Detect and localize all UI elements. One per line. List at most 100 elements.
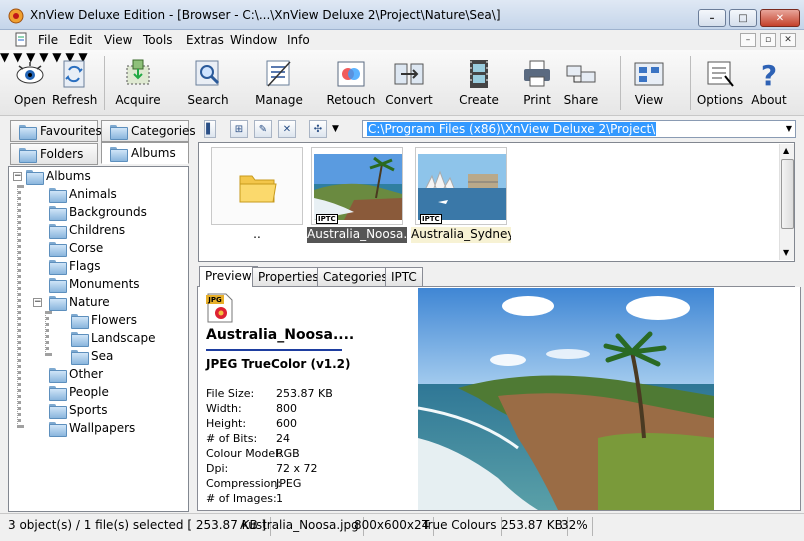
print-button[interactable]: Print xyxy=(516,54,558,112)
filter-button[interactable]: ✣ xyxy=(309,120,327,138)
preview-image xyxy=(418,288,714,510)
scrollbar-thumb[interactable] xyxy=(781,159,794,229)
acquire-icon xyxy=(126,59,150,85)
chevron-down-icon[interactable]: ▼ xyxy=(786,124,792,133)
tree-item-wallpapers[interactable]: Wallpapers xyxy=(49,419,135,437)
thumbnail-view[interactable]: .. IPTC Australia_Noosa.... IPTC Austral… xyxy=(198,142,795,262)
acquire-button[interactable]: Acquire xyxy=(112,54,164,112)
tab-favourites-label: Favourites xyxy=(40,124,102,138)
menu-window[interactable]: Window xyxy=(230,33,277,47)
iptc-badge: IPTC xyxy=(316,214,338,224)
status-selection: 3 object(s) / 1 file(s) selected [ 253.8… xyxy=(4,517,272,536)
tree-item-monuments[interactable]: Monuments xyxy=(49,275,140,293)
filter-dropdown-icon[interactable]: ▼ xyxy=(332,124,339,134)
tree-item-sea[interactable]: Sea xyxy=(71,347,113,365)
about-label: About xyxy=(751,93,787,107)
xnview-logo-icon xyxy=(8,8,24,24)
refresh-button[interactable]: Refresh xyxy=(52,54,97,112)
menu-file[interactable]: File xyxy=(38,33,58,47)
tree-item-backgrounds[interactable]: Backgrounds xyxy=(49,203,147,221)
info-key: File Size: xyxy=(206,387,255,400)
info-row-images: # of Images:1 xyxy=(206,492,283,505)
options-button[interactable]: Options xyxy=(696,54,744,112)
path-combobox[interactable]: C:\Program Files (x86)\XnView Deluxe 2\P… xyxy=(362,120,796,138)
new-folder-button[interactable]: ⊞ xyxy=(230,120,248,138)
tab-favourites[interactable]: Favourites xyxy=(10,120,102,142)
menu-edit[interactable]: Edit xyxy=(69,33,92,47)
scroll-down-icon[interactable]: ▼ xyxy=(783,248,789,257)
tree-item-flowers[interactable]: Flowers xyxy=(71,311,137,329)
folder-icon xyxy=(26,169,44,185)
document-icon[interactable] xyxy=(14,32,30,48)
open-button[interactable]: Open xyxy=(8,54,52,112)
mdi-restore-button[interactable]: ▫ xyxy=(760,33,776,47)
maximize-button[interactable]: □ xyxy=(729,9,757,27)
view-icon xyxy=(634,62,664,86)
tree-item-animals[interactable]: Animals xyxy=(49,185,117,203)
tree-item-label: Animals xyxy=(69,187,117,201)
tree-item-other[interactable]: Other xyxy=(49,365,103,383)
menu-view[interactable]: View xyxy=(104,33,132,47)
tree-item-sports[interactable]: Sports xyxy=(49,401,107,419)
close-button[interactable]: ✕ xyxy=(760,9,800,27)
tab-preview[interactable]: Preview xyxy=(199,266,258,288)
info-row-colour-model: Colour Model:RGB xyxy=(206,447,300,460)
edit-button[interactable]: ✎ xyxy=(254,120,272,138)
folder-icon xyxy=(49,295,67,311)
manage-button[interactable]: Manage xyxy=(254,54,304,112)
thumbnail-australia-noosa[interactable]: IPTC xyxy=(311,147,403,225)
tree-item-nature[interactable]: Nature xyxy=(49,293,110,311)
status-zoom: 32% xyxy=(557,517,593,536)
tree-item-label: Wallpapers xyxy=(69,421,136,435)
mdi-minimize-button[interactable]: – xyxy=(740,33,756,47)
thumbnail-australia-sydney[interactable]: IPTC xyxy=(415,147,507,225)
delete-button[interactable]: ✕ xyxy=(278,120,296,138)
tree-item-albums[interactable]: Albums xyxy=(26,167,91,185)
vertical-scrollbar[interactable]: ▲ ▼ xyxy=(779,144,794,260)
share-button[interactable]: Share xyxy=(560,54,602,112)
tab-iptc[interactable]: IPTC xyxy=(385,267,423,287)
tree-item-landscape[interactable]: Landscape xyxy=(71,329,155,347)
convert-button[interactable]: Convert xyxy=(384,54,434,112)
info-value: RGB xyxy=(276,447,300,460)
menu-tools[interactable]: Tools xyxy=(143,33,173,47)
tree-item-label: Flags xyxy=(69,259,101,273)
thumbnail-label-selected: Australia_Noosa.... xyxy=(307,227,407,243)
tree-item-label: People xyxy=(69,385,109,399)
tab-categories[interactable]: Categories xyxy=(101,120,196,142)
collapse-toggle[interactable]: − xyxy=(13,172,22,181)
tree-item-corse[interactable]: Corse xyxy=(49,239,103,257)
about-button[interactable]: ? About xyxy=(748,54,790,112)
minimize-button[interactable]: – xyxy=(698,9,726,27)
tab-albums[interactable]: Albums xyxy=(101,142,189,164)
scroll-up-icon[interactable]: ▲ xyxy=(783,146,789,155)
create-button[interactable]: Create xyxy=(456,54,502,112)
tree-item-flags[interactable]: Flags xyxy=(49,257,100,275)
mdi-close-button[interactable]: ✕ xyxy=(780,33,796,47)
tab-folders-label: Folders xyxy=(40,147,84,161)
panel-toggle-button[interactable]: ▌ xyxy=(204,120,216,138)
collapse-toggle[interactable]: − xyxy=(33,298,42,307)
tree-item-childrens[interactable]: Childrens xyxy=(49,221,125,239)
path-value[interactable]: C:\Program Files (x86)\XnView Deluxe 2\P… xyxy=(367,122,657,136)
search-button[interactable]: Search xyxy=(184,54,232,112)
tab-properties[interactable]: Properties xyxy=(252,267,325,287)
thumbnail-parent-folder[interactable] xyxy=(211,147,303,225)
tree-item-people[interactable]: People xyxy=(49,383,109,401)
folder-icon xyxy=(49,259,67,275)
tab-categories-label: Categories xyxy=(131,124,196,138)
info-value: 800 xyxy=(276,402,297,415)
options-label: Options xyxy=(696,93,744,107)
album-tree[interactable]: − Albums Animals Backgrounds Childrens C… xyxy=(8,166,189,512)
options-icon xyxy=(707,61,734,87)
tree-item-label: Landscape xyxy=(91,331,156,345)
tree-item-label: Sports xyxy=(69,403,108,417)
view-button[interactable]: View xyxy=(628,54,670,112)
tab-categories[interactable]: Categories xyxy=(317,267,394,287)
tab-folders[interactable]: Folders xyxy=(10,143,98,165)
retouch-button[interactable]: Retouch xyxy=(326,54,376,112)
status-filename: Australia_Noosa.jpg xyxy=(236,517,364,536)
create-icon xyxy=(470,60,488,88)
menu-info[interactable]: Info xyxy=(287,33,310,47)
menu-extras[interactable]: Extras xyxy=(186,33,224,47)
